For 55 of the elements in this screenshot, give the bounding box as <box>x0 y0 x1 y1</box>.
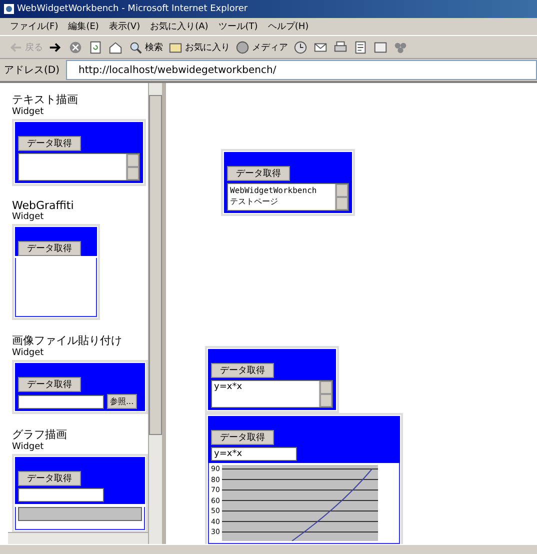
toolbar-button[interactable] <box>293 40 308 54</box>
browser-icon <box>4 4 14 14</box>
refresh-icon <box>88 40 103 54</box>
search-icon <box>128 40 143 54</box>
menu-item[interactable]: お気に入り(A) <box>150 20 208 33</box>
menu-item[interactable]: ヘルプ(H) <box>268 20 309 33</box>
menu-item[interactable]: ファイル(F) <box>10 20 58 33</box>
vertical-scrollbar[interactable] <box>148 83 166 544</box>
toolbar-button[interactable]: メディア <box>235 40 288 54</box>
widget-title: 画像ファイル貼り付け <box>12 333 123 348</box>
window-icon <box>373 40 388 54</box>
fetch-data-button[interactable]: データ取得 <box>211 430 274 445</box>
widget-title: グラフ描画 <box>12 427 68 442</box>
widget-subtitle: Widget <box>12 348 45 358</box>
widget-subtitle: Widget <box>12 212 45 222</box>
file-path-field[interactable] <box>18 394 104 408</box>
widget-title: テキスト描画 <box>12 92 79 107</box>
widget-subtitle: Widget <box>12 107 45 117</box>
window-title: WebWidgetWorkbench - Microsoft Internet Explorer <box>17 4 248 14</box>
clock-icon <box>293 40 308 54</box>
widget-title: WebGraffiti <box>12 199 75 212</box>
address-field[interactable]: http://localhost/webwidegetworkbench/ <box>66 60 537 80</box>
scrollbar[interactable] <box>319 381 332 407</box>
menu-item[interactable]: ツール(T) <box>218 20 258 33</box>
toolbar-button[interactable] <box>353 40 368 54</box>
toolbar-button[interactable] <box>108 40 123 54</box>
menu-item[interactable]: 編集(E) <box>68 20 99 33</box>
fetch-data-button[interactable]: データ取得 <box>18 241 81 256</box>
horizontal-scrollbar[interactable] <box>8 532 148 544</box>
browse-button[interactable]: 参照... <box>107 394 137 409</box>
widget-subtitle: Widget <box>12 442 45 452</box>
drawing-area[interactable] <box>15 258 97 317</box>
fetch-data-button[interactable]: データ取得 <box>227 166 290 181</box>
stop-icon <box>68 40 83 54</box>
document-icon <box>353 40 368 54</box>
fetch-data-button[interactable]: データ取得 <box>18 136 81 151</box>
toolbar-button[interactable] <box>88 40 103 54</box>
scrollbar[interactable] <box>335 184 348 210</box>
text-area[interactable] <box>18 153 140 181</box>
formula-field[interactable] <box>18 488 104 502</box>
toolbar-button[interactable]: 検索 <box>128 40 163 54</box>
address-label: アドレス(D) <box>4 64 60 77</box>
fetch-data-button[interactable]: データ取得 <box>211 363 274 378</box>
toolbar-button[interactable] <box>333 40 348 54</box>
scrollbar[interactable] <box>126 154 139 180</box>
text-area[interactable]: y=x*x <box>211 380 333 408</box>
printer-icon <box>333 40 348 54</box>
home-icon <box>108 40 123 54</box>
formula-field[interactable]: y=x*x <box>211 447 297 461</box>
toolbar-button[interactable]: お気に入り <box>168 40 230 54</box>
menu-item[interactable]: 表示(V) <box>108 20 140 33</box>
fetch-data-button[interactable]: データ取得 <box>18 471 81 486</box>
fetch-data-button[interactable]: データ取得 <box>18 377 81 392</box>
toolbar-button[interactable] <box>373 40 388 54</box>
text-area[interactable]: WebWidgetWorkbench テストページ <box>227 183 349 211</box>
